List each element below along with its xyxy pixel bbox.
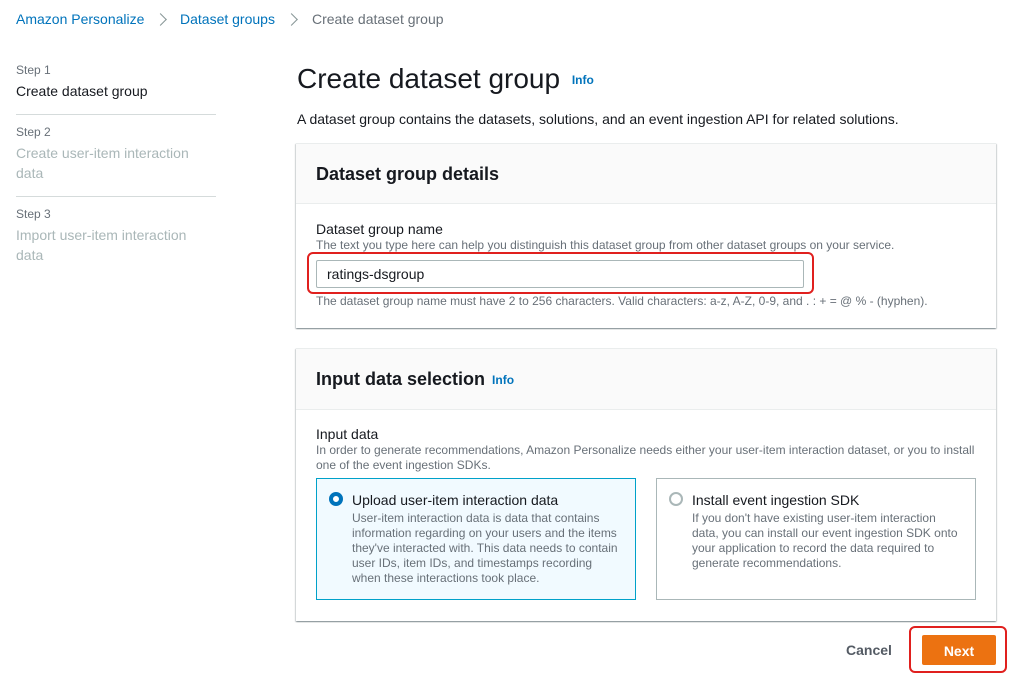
step-number: Step 2	[16, 125, 51, 139]
option-title: Install event ingestion SDK	[692, 492, 860, 508]
input-data-description: In order to generate recommendations, Am…	[316, 443, 975, 472]
input-data-label: Input data	[316, 426, 379, 442]
next-button[interactable]: Next	[922, 635, 996, 665]
radio-selected-icon[interactable]	[329, 492, 343, 506]
chevron-right-icon	[154, 13, 167, 26]
panel-header: Dataset group details	[296, 144, 996, 204]
breadcrumb-amazon-personalize[interactable]: Amazon Personalize	[16, 10, 144, 28]
option-upload-interaction-data[interactable]: Upload user-item interaction data User-i…	[316, 478, 636, 600]
panel-title: Dataset group details	[316, 164, 500, 184]
option-install-event-sdk[interactable]: Install event ingestion SDK If you don't…	[656, 478, 976, 600]
dataset-group-name-label: Dataset group name	[316, 221, 443, 237]
dataset-group-name-description: The text you type here can help you dist…	[316, 238, 895, 252]
option-title: Upload user-item interaction data	[352, 492, 559, 508]
cancel-button[interactable]: Cancel	[834, 636, 904, 664]
panel-header: Input data selection Info	[296, 349, 996, 410]
step-title: Create user-item interaction data	[16, 145, 189, 181]
step-divider	[16, 196, 216, 197]
breadcrumb-dataset-groups[interactable]: Dataset groups	[180, 10, 275, 28]
step-divider	[16, 114, 216, 115]
info-link[interactable]: Info	[572, 73, 594, 87]
page-title: Create dataset group Info	[297, 62, 594, 97]
page-description: A dataset group contains the datasets, s…	[297, 111, 899, 127]
dataset-group-name-input[interactable]: ratings-dsgroup	[316, 260, 804, 288]
step-title: Create dataset group	[16, 83, 148, 99]
step-number: Step 1	[16, 63, 51, 77]
panel-title: Input data selection Info	[316, 369, 514, 390]
panel-title-text: Input data selection	[316, 369, 486, 389]
option-description: If you don't have existing user-item int…	[692, 511, 958, 570]
step-1[interactable]: Step 1 Create dataset group	[16, 62, 216, 101]
step-title: Import user-item interaction data	[16, 227, 187, 263]
info-link[interactable]: Info	[492, 373, 514, 387]
step-2: Step 2 Create user-item interaction data	[16, 124, 216, 183]
dataset-group-name-constraint: The dataset group name must have 2 to 25…	[316, 294, 928, 308]
step-3: Step 3 Import user-item interaction data	[16, 206, 216, 265]
option-description: User-item interaction data is data that …	[352, 511, 618, 585]
step-number: Step 3	[16, 207, 51, 221]
page-title-text: Create dataset group	[297, 63, 561, 94]
radio-unselected-icon[interactable]	[669, 492, 683, 506]
breadcrumb-current: Create dataset group	[312, 11, 444, 27]
chevron-right-icon	[285, 13, 298, 26]
